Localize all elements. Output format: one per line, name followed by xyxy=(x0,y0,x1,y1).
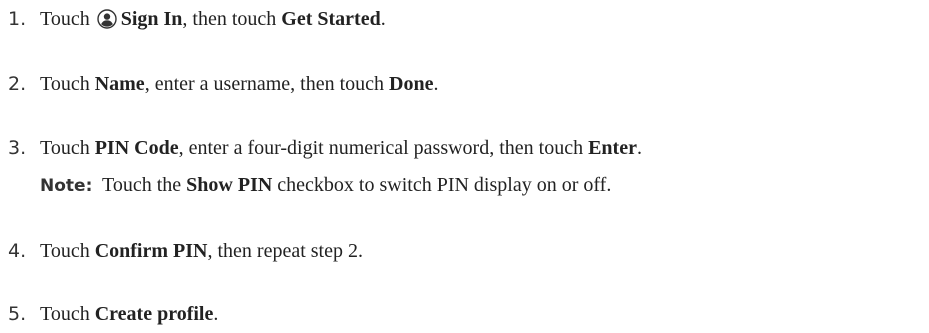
show-pin-label: Show PIN xyxy=(186,174,273,196)
note-text: Note: Touch the Show PIN checkbox to swi… xyxy=(40,174,611,197)
step-text-plain: Touch xyxy=(40,8,90,30)
step-text: Touch PIN Code, enter a four-digit numer… xyxy=(40,137,642,160)
step-text-plain: . xyxy=(636,137,642,159)
confirm-pin-label: Confirm PIN xyxy=(94,240,208,262)
step-text-plain: , then touch xyxy=(182,8,277,30)
step-number: 5. xyxy=(8,303,27,325)
step-number: 1. xyxy=(8,8,27,30)
step-1: 1. Touch Sign In, then touch Get Started… xyxy=(0,8,929,34)
step-text: Touch Sign In, then touch Get Started. xyxy=(40,8,386,31)
account-circle-icon xyxy=(97,9,117,29)
step-text-plain: . xyxy=(213,303,219,325)
step-text-plain: . xyxy=(380,8,386,30)
step-text-plain: Touch xyxy=(40,240,90,262)
name-label: Name xyxy=(94,73,145,95)
step-text-plain: . xyxy=(433,73,439,95)
step-text-plain: , enter a four-digit numerical password,… xyxy=(178,137,584,159)
step-text-plain: Touch xyxy=(40,73,90,95)
note-label: Note: xyxy=(40,176,93,196)
step-4: 4. Touch Confirm PIN, then repeat step 2… xyxy=(0,240,929,266)
step-3: 3. Touch PIN Code, enter a four-digit nu… xyxy=(0,137,929,163)
enter-label: Enter xyxy=(588,137,637,159)
step-text: Touch Create profile. xyxy=(40,303,218,326)
step-number: 4. xyxy=(8,240,27,262)
get-started-label: Get Started xyxy=(281,8,381,30)
sign-in-label: Sign In xyxy=(120,8,183,30)
step-text-plain: , then repeat step 2. xyxy=(207,240,363,262)
step-text-plain: , enter a username, then touch xyxy=(144,73,385,95)
step-text: Touch Name, enter a username, then touch… xyxy=(40,73,439,96)
note-text-plain: checkbox to switch PIN display on or off… xyxy=(277,174,612,196)
note: Note: Touch the Show PIN checkbox to swi… xyxy=(0,174,929,200)
done-label: Done xyxy=(389,73,434,95)
pin-code-label: PIN Code xyxy=(94,137,179,159)
step-text-plain: Touch xyxy=(40,303,90,325)
create-profile-label: Create profile xyxy=(94,303,214,325)
step-text-plain: Touch xyxy=(40,137,90,159)
step-2: 2. Touch Name, enter a username, then to… xyxy=(0,73,929,99)
step-text: Touch Confirm PIN, then repeat step 2. xyxy=(40,240,363,263)
note-text-plain: Touch the xyxy=(102,174,182,196)
step-5: 5. Touch Create profile. xyxy=(0,303,929,329)
step-number: 2. xyxy=(8,73,27,95)
step-number: 3. xyxy=(8,137,27,159)
